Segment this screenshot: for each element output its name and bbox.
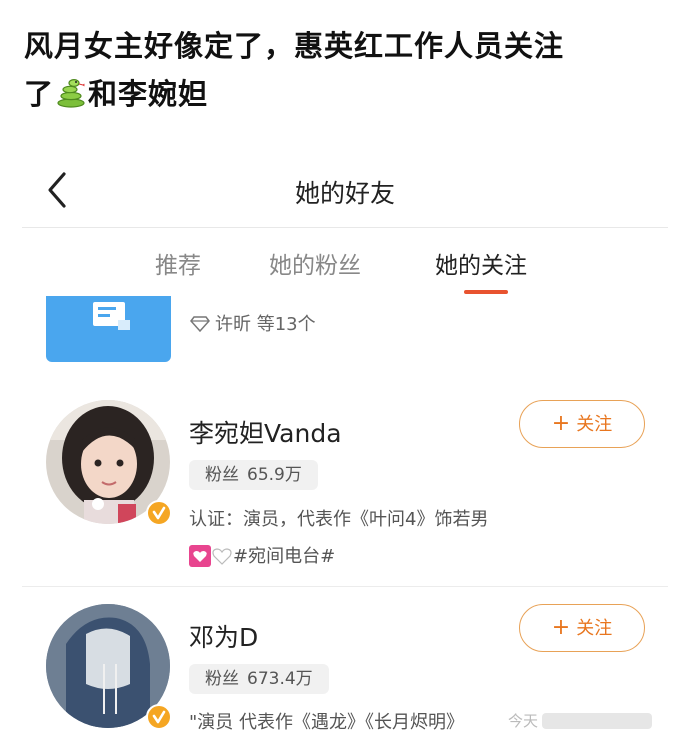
follow-button-label: 关注 [576,414,613,435]
tab-her-fans[interactable]: 她的粉丝 [269,246,361,280]
active-tab-indicator [464,290,508,294]
pink-heart-icon [189,545,211,567]
tab-recommended[interactable]: 推荐 [155,246,201,280]
follow-button[interactable]: + 关注 [519,400,645,448]
user-tag-line: #宛间电台# [189,542,335,568]
white-heart-icon [212,548,232,565]
watermark-text: 今天 [508,712,539,730]
row-divider [22,586,668,587]
fans-count-badge: 粉丝 65.9万 [189,460,318,490]
group-members: 许昕 等13个 [190,310,316,336]
caption-line-2-prefix: 了 [24,77,55,111]
snake-emoji-icon [57,78,85,108]
user-tag[interactable]: #宛间电台# [233,546,335,567]
tab-bar: 推荐 她的粉丝 她的关注 [0,240,690,300]
user-description: 认证：演员，代表作《叶问4》饰若男 [189,509,489,530]
group-members-text: 许昕 等13个 [215,314,316,335]
verified-badge-icon [146,704,172,730]
user-name[interactable]: 李宛妲Vanda [189,414,342,450]
page-title: 她的好友 [294,179,395,208]
tab-her-following[interactable]: 她的关注 [435,246,527,280]
caption-line-2: 了 和李婉妲 [24,70,664,118]
verified-badge-icon [146,500,172,526]
user-list-item[interactable]: 李宛妲Vanda 粉丝 65.9万 认证：演员，代表作《叶问4》饰若男 #宛间电台… [0,400,690,586]
follow-button[interactable]: + 关注 [519,604,645,652]
nav-divider [22,227,668,228]
watermark-blur [542,713,653,729]
fans-count: 673.4万 [247,669,313,689]
nav-bar: 她的好友 [0,160,690,226]
fans-label: 粉丝 [205,669,239,689]
watermark: 今天 [508,710,684,736]
fans-label: 粉丝 [205,465,239,485]
group-folder-icon [46,296,171,362]
plus-icon: + [551,411,571,436]
plus-icon: + [551,615,571,640]
follow-button-label: 关注 [576,618,613,639]
user-name[interactable]: 邓为D [189,618,258,654]
fans-count: 65.9万 [247,465,302,485]
diamond-icon [190,316,210,332]
caption-line-1: 风月女主好像定了，惠英红工作人员关注 [24,29,565,63]
fans-count-badge: 粉丝 673.4万 [189,664,329,694]
user-description: "演员 代表作《遇龙》《长月烬明》 [189,712,464,733]
group-list-item[interactable]: 许昕 等13个 [0,296,690,368]
post-caption: 风月女主好像定了，惠英红工作人员关注 了 和李婉妲 [24,22,664,118]
caption-line-2-suffix: 和李婉妲 [88,77,209,111]
